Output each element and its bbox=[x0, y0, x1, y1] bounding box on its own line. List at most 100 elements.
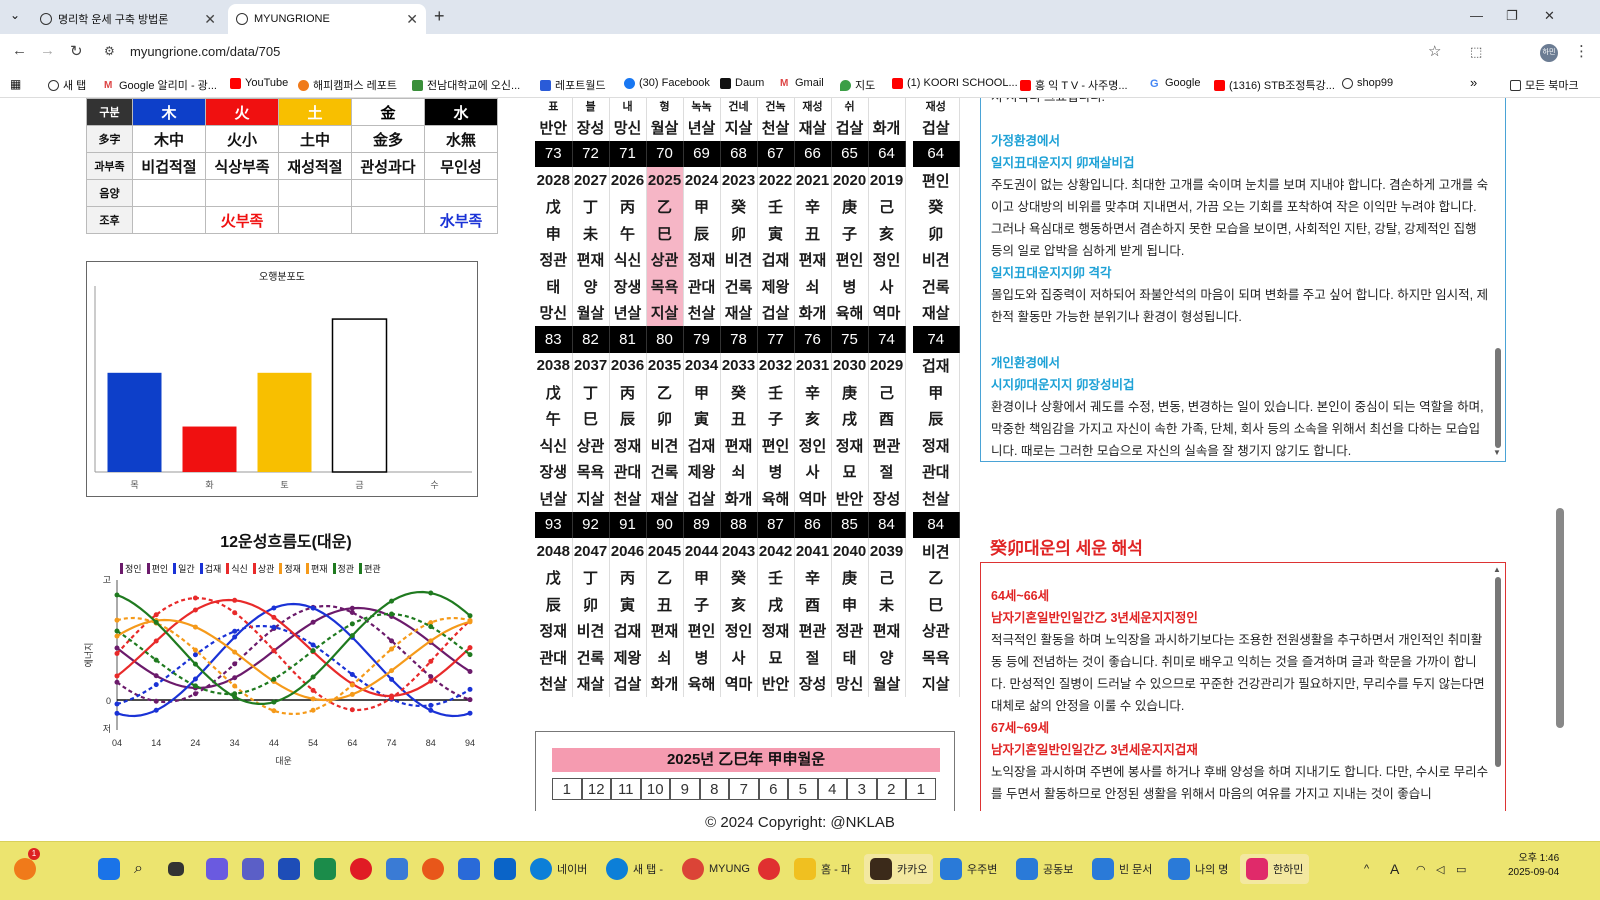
outlook-icon[interactable] bbox=[494, 854, 516, 884]
y-tick-label: 0 bbox=[106, 696, 111, 706]
avatar[interactable]: 하민 bbox=[1540, 44, 1558, 62]
month-cell[interactable]: 12 bbox=[581, 778, 611, 800]
all-bookmarks-folder[interactable]: 모든 북마크 bbox=[1510, 77, 1579, 93]
apps-grid-icon[interactable]: ▦ bbox=[10, 77, 21, 91]
opera-icon[interactable] bbox=[350, 854, 372, 884]
widgets-icon[interactable]: 1 bbox=[14, 848, 40, 884]
x-axis-label: 대운 bbox=[275, 756, 292, 766]
month-cell[interactable]: 2 bbox=[876, 778, 906, 800]
copilot-icon[interactable] bbox=[206, 854, 228, 884]
volume-icon[interactable]: ◁ bbox=[1436, 854, 1444, 884]
scrollbar-thumb[interactable] bbox=[1495, 348, 1501, 448]
bookmark-item[interactable]: 전남대학교에 오신... bbox=[412, 77, 520, 93]
back-arrow-icon[interactable]: ← bbox=[12, 42, 27, 59]
bookmark-item[interactable]: 지도 bbox=[840, 77, 875, 93]
forward-arrow-icon[interactable]: → bbox=[40, 42, 55, 59]
bookmark-item[interactable]: M Gmail bbox=[780, 77, 824, 89]
taskbar-app[interactable]: 빈 문서 bbox=[1092, 854, 1152, 884]
taskbar-app[interactable]: 우주변 bbox=[940, 854, 997, 884]
minimize-icon[interactable]: — bbox=[1470, 8, 1483, 23]
clock[interactable]: 오후 1:46 2025-09-04 bbox=[1508, 852, 1559, 880]
bookmark-item[interactable]: 레포트월드 bbox=[540, 77, 606, 93]
scrollbar-thumb[interactable] bbox=[1495, 577, 1501, 767]
site-info-icon[interactable]: ⚙ bbox=[104, 44, 115, 58]
reload-icon[interactable]: ↻ bbox=[70, 42, 83, 60]
app-icon[interactable] bbox=[314, 854, 336, 884]
wifi-icon[interactable]: ◠ bbox=[1416, 854, 1426, 884]
store-icon[interactable] bbox=[278, 854, 300, 884]
month-cell[interactable]: 8 bbox=[699, 778, 729, 800]
month-cell[interactable]: 1 bbox=[552, 778, 582, 800]
month-cell[interactable]: 4 bbox=[817, 778, 847, 800]
bookmark-item[interactable]: G Google bbox=[1150, 77, 1200, 90]
tab-search-chevron-icon[interactable]: ⌄ bbox=[10, 8, 20, 22]
series-point bbox=[349, 672, 355, 678]
taskbar-app[interactable]: 공동보 bbox=[1016, 854, 1073, 884]
battery-icon[interactable]: ▭ bbox=[1456, 854, 1466, 884]
bookmark-item[interactable]: Daum bbox=[720, 77, 764, 89]
bookmark-item[interactable]: 홍 익 T V - 사주명... bbox=[1020, 77, 1128, 93]
grid-side-cell: 천살 bbox=[913, 485, 960, 512]
restore-icon[interactable]: ❐ bbox=[1506, 8, 1518, 24]
bookmark-item[interactable]: (1316) STB조정특강... bbox=[1214, 77, 1335, 93]
month-cell[interactable]: 1 bbox=[906, 778, 936, 800]
month-cell[interactable]: 7 bbox=[729, 778, 759, 800]
grid-cell: 역마 bbox=[794, 485, 832, 512]
grid-cell: 정재 bbox=[831, 432, 869, 459]
taskbar-app[interactable]: 네이버 bbox=[530, 854, 587, 884]
app-icon[interactable] bbox=[458, 854, 480, 884]
element-cell: 金 bbox=[351, 98, 425, 126]
window-close-icon[interactable]: ✕ bbox=[1544, 8, 1555, 24]
taskbar-app[interactable]: 나의 명 bbox=[1168, 854, 1228, 884]
grid-row: 식신 상관 정재 비견 겁재 편재 편인 정인 정재 편관 정재 bbox=[535, 432, 960, 459]
scroll-down-icon[interactable]: ▼ bbox=[1493, 448, 1501, 457]
page-scrollbar-thumb[interactable] bbox=[1556, 508, 1564, 728]
close-icon[interactable]: ✕ bbox=[204, 11, 216, 28]
search-icon[interactable]: ⌕ bbox=[134, 854, 143, 884]
bookmark-item[interactable]: 새 탭 bbox=[48, 77, 86, 93]
month-cell[interactable]: 6 bbox=[758, 778, 788, 800]
month-cell[interactable]: 11 bbox=[611, 778, 641, 800]
month-cell[interactable]: 5 bbox=[788, 778, 818, 800]
close-icon[interactable]: ✕ bbox=[406, 11, 418, 28]
url-field[interactable]: myungrione.com/data/705 bbox=[130, 44, 280, 59]
series-point bbox=[232, 634, 238, 640]
task-view-icon[interactable] bbox=[168, 854, 184, 884]
scroll-up-icon[interactable]: ▲ bbox=[1493, 565, 1501, 574]
month-cell[interactable]: 10 bbox=[640, 778, 670, 800]
firefox-icon[interactable] bbox=[422, 854, 444, 884]
settings-gear-icon[interactable] bbox=[386, 854, 408, 884]
month-cell[interactable]: 3 bbox=[847, 778, 877, 800]
taskbar-app[interactable]: 한하민 bbox=[1240, 854, 1310, 884]
teams-icon[interactable] bbox=[242, 854, 264, 884]
bookmark-item[interactable]: (30) Facebook bbox=[624, 77, 710, 89]
taskbar-app[interactable]: 새 탭 - bbox=[606, 854, 663, 884]
series-point bbox=[428, 624, 434, 630]
bookmark-item[interactable]: YouTube bbox=[230, 77, 288, 89]
bookmark-item[interactable]: shop99 bbox=[1342, 77, 1393, 89]
grid-row: 2048 2047 2046 2045 2044 2043 2042 2041 2040 2039… bbox=[535, 538, 960, 565]
tray-chevron-icon[interactable]: ^ bbox=[1364, 854, 1369, 884]
taskbar-app[interactable] bbox=[758, 854, 780, 884]
taskbar-app[interactable]: MYUNG bbox=[682, 854, 750, 884]
new-tab-plus-icon[interactable]: + bbox=[434, 6, 445, 27]
taskbar-app[interactable]: 홈 - 파 bbox=[794, 854, 851, 884]
grid-cell: 2046 bbox=[609, 538, 647, 565]
youtube-icon bbox=[892, 77, 903, 89]
ime-indicator[interactable]: A bbox=[1390, 854, 1399, 884]
month-cell[interactable]: 9 bbox=[670, 778, 700, 800]
grid-cell: 내 bbox=[609, 98, 647, 114]
bookmark-star-icon[interactable]: ☆ bbox=[1428, 42, 1441, 60]
menu-kebab-icon[interactable]: ⋮ bbox=[1574, 42, 1589, 60]
taskbar-app[interactable]: 카카오 bbox=[864, 854, 934, 884]
bookmark-item[interactable]: (1) KOORI SCHOOL... bbox=[892, 77, 1018, 89]
bookmark-item[interactable]: 해피캠퍼스 레포트 bbox=[298, 77, 397, 93]
grid-cell: 寅 bbox=[683, 405, 721, 432]
tab-inactive[interactable]: 명리학 운세 구축 방법론 ✕ bbox=[32, 4, 224, 34]
tab-active[interactable]: MYUNGRIONE ✕ bbox=[228, 4, 426, 34]
more-bookmarks-chevron-icon[interactable]: » bbox=[1470, 75, 1477, 90]
bookmark-item[interactable]: M Google 알리미 - 광... bbox=[104, 77, 217, 93]
start-windows-icon[interactable] bbox=[98, 854, 120, 884]
extensions-icon[interactable]: ⬚ bbox=[1470, 44, 1482, 60]
grid-cell: 庚 bbox=[831, 564, 869, 591]
